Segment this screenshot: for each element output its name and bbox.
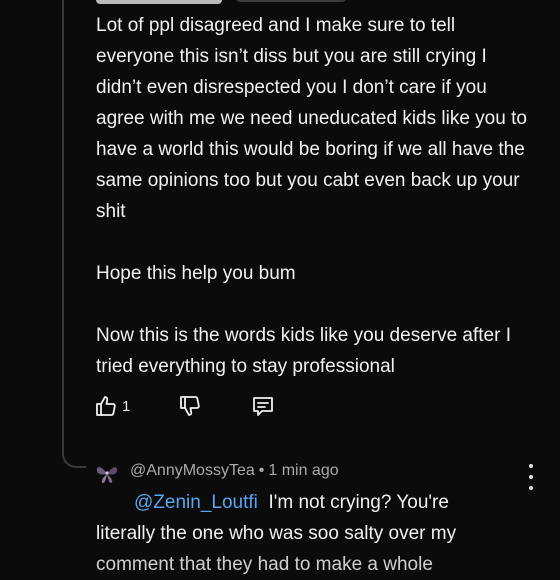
reply-button[interactable] xyxy=(250,394,276,420)
reply-line: @Zenin_Loutfi I'm not crying? You're xyxy=(96,487,536,518)
parent-author-chip xyxy=(96,0,222,4)
comment-paragraph: Hope this help you bum xyxy=(96,263,296,284)
reply-author[interactable]: @AnnyMossyTea xyxy=(130,462,255,479)
thumbs-down-icon xyxy=(178,394,202,418)
like-count: 1 xyxy=(122,397,131,415)
thread-line xyxy=(62,0,64,452)
reply-text: I'm not crying? You're xyxy=(268,492,449,513)
comment-paragraph: Lot of ppl disagreed and I make sure to … xyxy=(96,15,533,222)
reply-time: 1 min ago xyxy=(268,462,339,479)
more-vertical-icon xyxy=(529,464,533,468)
reply-line: literally the one who was soo salty over… xyxy=(96,523,457,544)
avatar[interactable] xyxy=(94,460,120,486)
reply-meta: @AnnyMossyTea • 1 min ago xyxy=(130,462,339,480)
reply-line: comment that they had to make a whole xyxy=(96,554,433,575)
parent-meta xyxy=(236,0,346,2)
reply-body: @Zenin_Loutfi I'm not crying? You're lit… xyxy=(96,487,536,580)
meta-separator: • xyxy=(258,462,265,479)
comment-paragraph: Now this is the words kids like you dese… xyxy=(96,325,517,377)
thread-connector xyxy=(62,440,86,468)
dislike-button[interactable] xyxy=(178,394,202,418)
moth-avatar-icon xyxy=(96,467,118,483)
comment-icon xyxy=(250,394,276,420)
thumbs-up-icon xyxy=(94,394,118,418)
like-button[interactable]: 1 xyxy=(94,394,130,418)
comment-body: Lot of ppl disagreed and I make sure to … xyxy=(96,10,536,382)
mention-link[interactable]: @Zenin_Loutfi xyxy=(134,492,258,513)
